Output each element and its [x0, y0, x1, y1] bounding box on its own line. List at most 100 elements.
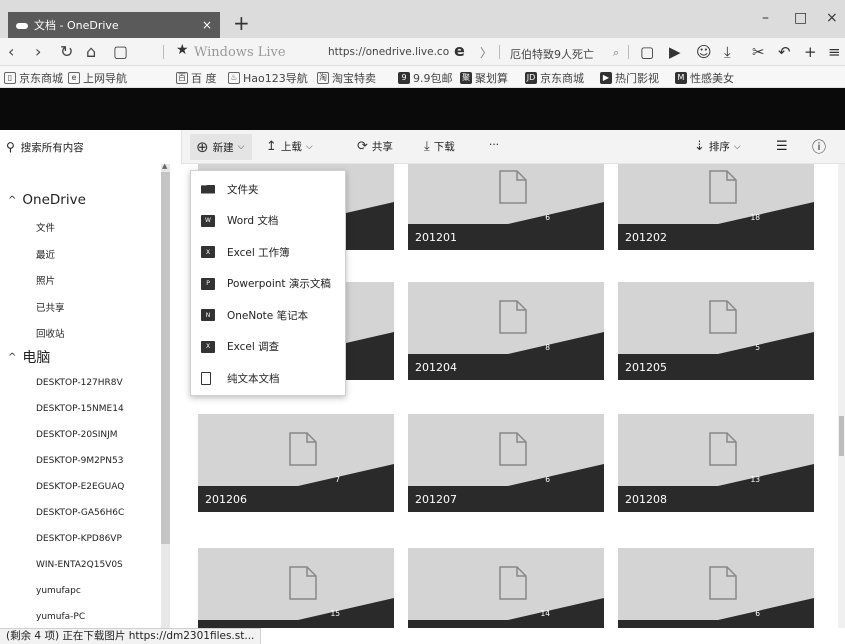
- close-tab-icon[interactable]: ×: [202, 18, 212, 32]
- folder-tile[interactable]: 5 201205: [618, 282, 814, 380]
- sidebar-item-pc[interactable]: DESKTOP-127HR8V: [36, 378, 123, 388]
- folder-tile[interactable]: 15: [198, 548, 394, 628]
- item-count-badge: 6: [508, 464, 604, 486]
- sidebar-item[interactable]: 文件: [36, 220, 55, 234]
- favorite-star-icon[interactable]: ★: [176, 42, 189, 58]
- minimize-button[interactable]: –: [762, 10, 769, 26]
- favorite-link[interactable]: ▶ 热门影视: [600, 70, 659, 86]
- favorite-link[interactable]: 百百 度: [176, 70, 217, 86]
- sidebar-scrollbar[interactable]: ▲: [161, 162, 170, 628]
- play-icon[interactable]: ▶: [669, 43, 681, 61]
- more-button[interactable]: ···: [489, 139, 499, 151]
- upload-button[interactable]: ↥ 上载 ⌵: [266, 139, 313, 154]
- menu-item-label: Word 文档: [227, 215, 279, 227]
- reader-view-button[interactable]: ▢: [113, 42, 128, 61]
- new-button[interactable]: ⊕ 新建 ⌵: [190, 134, 253, 160]
- scrollbar-thumb[interactable]: [161, 172, 170, 544]
- search-input[interactable]: ⚲ 搜索所有内容: [0, 130, 182, 164]
- chat-icon[interactable]: ☺: [696, 43, 712, 61]
- folder-tile[interactable]: 18 201202: [618, 164, 814, 250]
- screenshot-icon[interactable]: ✂: [752, 43, 765, 61]
- folder-tile[interactable]: 14: [408, 548, 604, 628]
- url-field[interactable]: https://onedrive.live.co: [328, 46, 450, 58]
- item-count-badge: 15: [298, 598, 394, 620]
- search-icon[interactable]: ⌕: [613, 46, 619, 60]
- folder-tile[interactable]: 8 201204: [408, 282, 604, 380]
- favorite-link[interactable]: 9 9.9包邮: [398, 70, 453, 86]
- item-count-badge: 7: [298, 464, 394, 486]
- sort-button[interactable]: ⇣ 排序 ⌵: [694, 139, 741, 154]
- sidebar-item[interactable]: 最近: [36, 247, 55, 261]
- upload-label: 上载: [280, 141, 302, 153]
- undo-icon[interactable]: ↶: [778, 43, 791, 61]
- forward-button[interactable]: ›: [35, 42, 41, 61]
- folder-name-bar: 201204: [408, 354, 604, 380]
- sidebar-item-pc[interactable]: yumufapc: [36, 586, 81, 596]
- scroll-up-icon[interactable]: ▲: [162, 162, 167, 170]
- sidebar-item-pc[interactable]: DESKTOP-20SINJM: [36, 430, 118, 440]
- favorite-link[interactable]: M 性感美女: [675, 70, 734, 86]
- sidebar-item[interactable]: 已共享: [36, 300, 65, 314]
- share-label: 共享: [371, 141, 393, 153]
- download-button[interactable]: ⤓ 下载: [424, 139, 455, 154]
- close-window-button[interactable]: ×: [826, 10, 838, 26]
- folder-tile[interactable]: 6 201207: [408, 414, 604, 512]
- share-button[interactable]: ⟳ 共享: [357, 139, 393, 154]
- browser-tab[interactable]: 文档 - OneDrive ×: [8, 12, 220, 38]
- details-button[interactable]: ⓘ: [812, 137, 826, 157]
- refresh-button[interactable]: ↻: [60, 42, 73, 61]
- folder-name-bar: 201202: [618, 224, 814, 250]
- menu-item-folder[interactable]: 文件夹: [191, 174, 345, 204]
- sidebar-item-pc[interactable]: yumufa-PC: [36, 612, 85, 622]
- sidebar-item-pc[interactable]: DESKTOP-15NME14: [36, 404, 124, 414]
- sidebar-item-pc[interactable]: DESKTOP-9M2PN53: [36, 456, 123, 466]
- favorite-link[interactable]: ♨ Hao123导航: [228, 70, 308, 86]
- pc-heading-label: 电脑: [22, 350, 51, 366]
- menu-item-excel[interactable]: X Excel 工作簿: [191, 237, 345, 267]
- content-scrollbar[interactable]: [838, 164, 845, 628]
- ie-mode-icon[interactable]: e: [454, 41, 465, 60]
- news-ticker[interactable]: 厄伯特致9人死亡: [510, 46, 594, 62]
- onedrive-heading[interactable]: ^ OneDrive: [8, 192, 86, 208]
- expand-icon[interactable]: 〉: [480, 44, 492, 61]
- folder-tile[interactable]: 6: [618, 548, 814, 628]
- sidebar-item-pc[interactable]: WIN-ENTA2Q15V0S: [36, 560, 123, 570]
- favorite-link[interactable]: 聚聚划算: [460, 70, 508, 86]
- sidebar-item[interactable]: 照片: [36, 273, 55, 287]
- tab-preview-icon[interactable]: ▢: [640, 43, 654, 61]
- home-button[interactable]: ⌂: [86, 42, 96, 61]
- menu-item-label: Excel 工作簿: [227, 246, 290, 259]
- menu-item-powerpoint[interactable]: P Powerpoint 演示文稿: [191, 269, 345, 299]
- folder-name-bar: 201207: [408, 486, 604, 512]
- menu-item-onenote[interactable]: N OneNote 笔记本: [191, 300, 345, 330]
- view-toggle-button[interactable]: ☰: [776, 139, 788, 154]
- sidebar-item-pc[interactable]: DESKTOP-KPD86VP: [36, 534, 122, 544]
- favorite-link[interactable]: 淘淘宝特卖: [317, 70, 376, 86]
- document-icon: [709, 566, 737, 600]
- menu-icon[interactable]: ≡: [828, 43, 841, 61]
- item-count: 14: [540, 609, 550, 618]
- favorite-link[interactable]: JD 京东商城: [525, 70, 584, 86]
- folder-tile[interactable]: 13 201208: [618, 414, 814, 512]
- favorite-link[interactable]: ▯ 京东商城: [4, 70, 63, 86]
- maximize-button[interactable]: □: [794, 10, 807, 26]
- favorite-site-icon: 9: [398, 72, 410, 84]
- back-button[interactable]: ‹: [8, 42, 14, 61]
- add-icon[interactable]: +: [804, 43, 817, 61]
- pc-heading[interactable]: ^ 电脑: [8, 347, 50, 367]
- download-icon[interactable]: ⤓: [724, 43, 731, 61]
- folder-tile[interactable]: 7 201206: [198, 414, 394, 512]
- favorite-label: 京东商城: [540, 72, 584, 85]
- folder-tile[interactable]: 6 201201: [408, 164, 604, 250]
- menu-item-word[interactable]: W Word 文档: [191, 206, 345, 236]
- favorite-link[interactable]: e 上网导航: [68, 70, 127, 86]
- scrollbar-thumb[interactable]: [839, 416, 844, 456]
- menu-item-text-file[interactable]: 纯文本文档: [191, 363, 345, 393]
- new-tab-button[interactable]: +: [233, 12, 250, 34]
- sidebar-item-pc[interactable]: DESKTOP-E2EGUAQ: [36, 482, 124, 492]
- chevron-down-icon: ⌵: [237, 142, 245, 152]
- menu-item-excel-survey[interactable]: X Excel 调查: [191, 332, 345, 362]
- folder-name-bar: 201201: [408, 224, 604, 250]
- sidebar-item[interactable]: 回收站: [36, 326, 65, 340]
- sidebar-item-pc[interactable]: DESKTOP-GA56H6C: [36, 508, 124, 518]
